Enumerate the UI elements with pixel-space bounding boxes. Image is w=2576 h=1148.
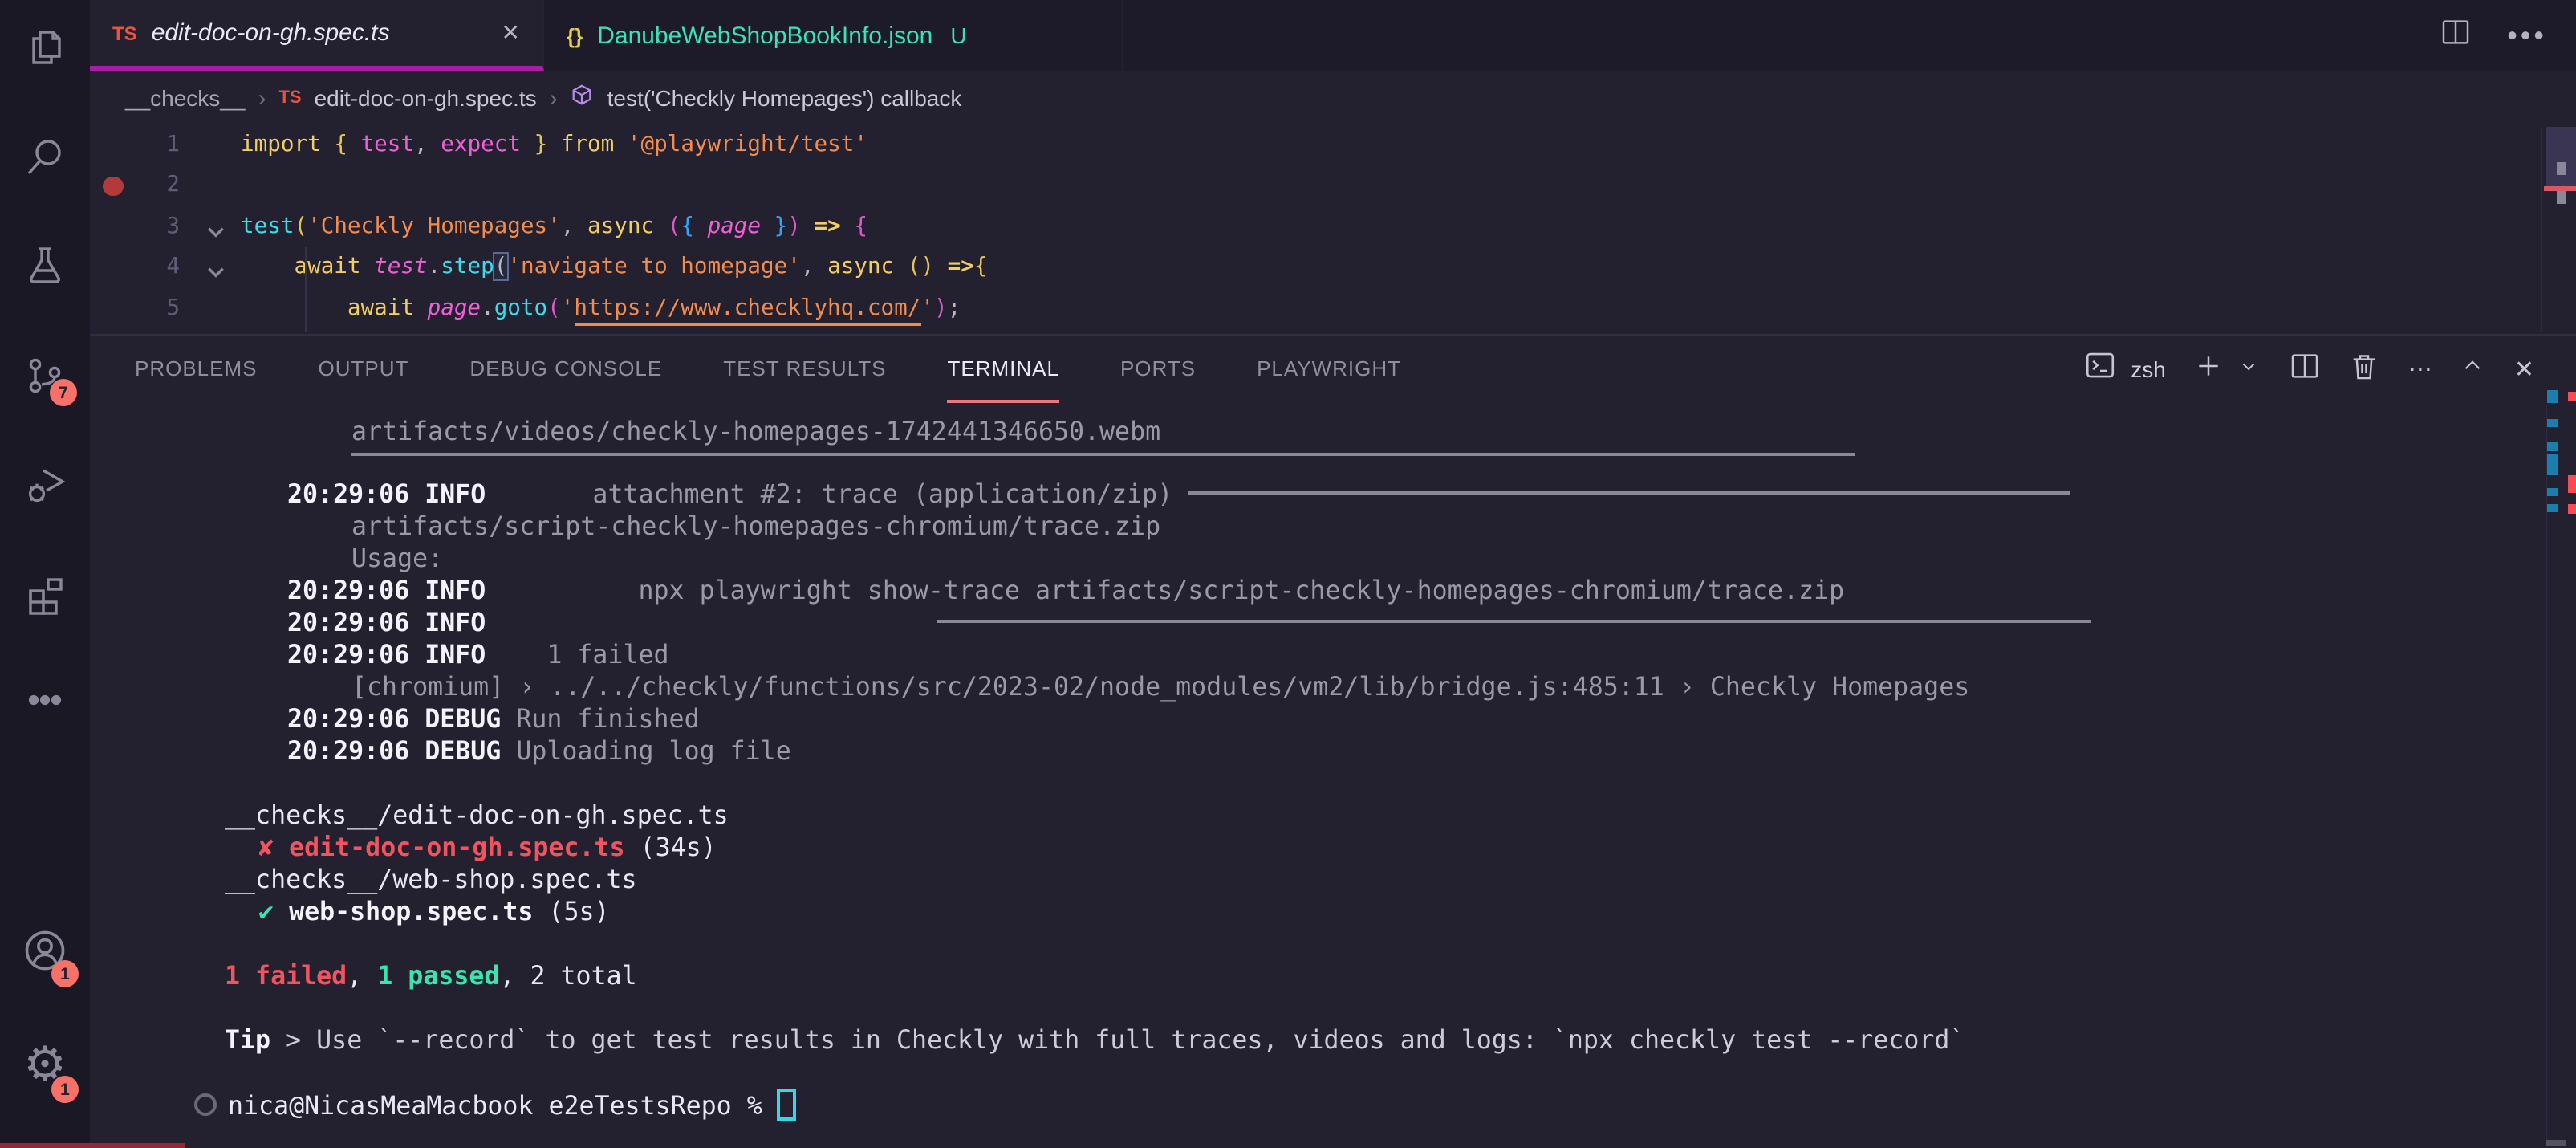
overview-mark-info: [2546, 504, 2558, 512]
scrollbar-track[interactable]: [2546, 405, 2547, 1140]
terminal-cursor: [778, 1089, 797, 1121]
minimap-slider[interactable]: [2546, 127, 2576, 186]
terminal-line: 1 failed, 1 passed, 2 total: [225, 960, 637, 992]
terminal-separator: [1188, 491, 2070, 494]
terminal-line: __checks__/web-shop.spec.ts: [225, 864, 637, 896]
editor-more-actions-icon[interactable]: •••: [2507, 18, 2547, 52]
breadcrumb-folder[interactable]: __checks__: [125, 85, 245, 111]
overview-mark-error: [2568, 475, 2576, 493]
code-editor: __checks__ › TS edit-doc-on-gh.spec.ts ›…: [90, 71, 2576, 334]
terminal-line: 20:29:06 DEBUG Uploading log file: [287, 735, 791, 767]
extensions-icon[interactable]: [0, 549, 90, 639]
close-tab-icon[interactable]: ✕: [502, 19, 520, 47]
terminal-line: artifacts/script-checkly-homepages-chrom…: [351, 511, 1160, 543]
explorer-icon[interactable]: [0, 3, 90, 93]
vscode-window: 7 1 ⚙ 1: [0, 0, 2576, 1148]
code-line[interactable]: 2: [90, 166, 2576, 207]
minimap-code-mark: [2557, 191, 2566, 203]
tab-edit-doc-on-gh-spec[interactable]: TS edit-doc-on-gh.spec.ts ✕: [90, 0, 544, 71]
breakpoint-icon[interactable]: [103, 177, 123, 197]
breadcrumb[interactable]: __checks__ › TS edit-doc-on-gh.spec.ts ›…: [90, 71, 2576, 125]
overview-mark-info: [2546, 419, 2558, 427]
run-debug-icon[interactable]: [0, 440, 90, 530]
minimap-border: [2541, 127, 2542, 332]
code-line[interactable]: 5 await page.goto('https://www.checklyhq…: [90, 288, 2576, 329]
terminal-line: Usage:: [351, 543, 443, 575]
terminal-line: __checks__/edit-doc-on-gh.spec.ts: [225, 800, 729, 832]
terminal-output[interactable]: artifacts/videos/checkly-homepages-17424…: [90, 336, 2576, 1148]
settings-gear-icon[interactable]: ⚙ 1: [0, 1021, 90, 1111]
line-number[interactable]: 3: [90, 207, 180, 248]
overview-mark-info: [2546, 442, 2558, 451]
terminal-line: 20:29:06 DEBUG Run finished: [287, 703, 700, 735]
terminal-line: [chromium] › ../../checkly/functions/src…: [351, 671, 1969, 703]
test-flask-icon[interactable]: [0, 222, 90, 311]
command-decoration-icon: [194, 1093, 217, 1116]
minimap-code-mark: [2557, 162, 2566, 175]
overview-mark-info: [2546, 488, 2558, 496]
breadcrumb-separator-icon: ›: [550, 84, 558, 112]
accounts-icon[interactable]: 1: [0, 906, 90, 995]
terminal-line: ✘ edit-doc-on-gh.spec.ts (34s): [258, 832, 717, 864]
bottom-panel: PROBLEMSOUTPUTDEBUG CONSOLETEST RESULTST…: [90, 334, 2576, 1148]
untracked-badge: U: [950, 22, 966, 48]
terminal-line: nica@NicasMeaMacbook e2eTestsRepo %: [194, 1089, 797, 1121]
overview-mark-error: [2568, 392, 2576, 401]
terminal-line: [351, 440, 1855, 472]
breadcrumb-file[interactable]: edit-doc-on-gh.spec.ts: [315, 85, 537, 111]
terminal-separator: [937, 619, 2090, 622]
tab-label: edit-doc-on-gh.spec.ts: [152, 19, 390, 47]
typescript-file-icon: TS: [112, 22, 137, 44]
status-strip: [0, 1142, 185, 1148]
line-number[interactable]: 4: [90, 247, 180, 288]
search-icon[interactable]: [0, 112, 90, 202]
overview-mark-info: [2546, 390, 2558, 403]
scm-badge: 7: [50, 379, 77, 406]
terminal-line: ✔ web-shop.spec.ts (5s): [258, 896, 610, 928]
tab-label: DanubeWebShopBookInfo.json: [597, 22, 932, 49]
code-line[interactable]: 4 await test.step('navigate to homepage'…: [90, 247, 2576, 288]
source-control-icon[interactable]: 7: [0, 331, 90, 421]
code-line[interactable]: 1import { test, expect } from '@playwrig…: [90, 125, 2576, 166]
terminal-line: 20:29:06 INFO attachment #2: trace (appl…: [287, 478, 2070, 511]
overview-mark-info: [2546, 454, 2558, 467]
breadcrumb-symbol[interactable]: test('Checkly Homepages') callback: [607, 85, 962, 111]
symbol-cube-icon: [571, 83, 595, 112]
terminal-line: Tip > Use `--record` to get test results…: [225, 1024, 1965, 1056]
line-number[interactable]: 1: [90, 125, 180, 166]
typescript-file-icon: TS: [278, 88, 301, 108]
horizontal-scrollbar[interactable]: [2546, 1140, 2566, 1146]
more-views-icon[interactable]: [0, 655, 90, 745]
terminal-line: 20:29:06 INFO npx playwright show-trace …: [287, 575, 1844, 607]
terminal-separator: [351, 452, 1855, 455]
editor-tab-bar: TS edit-doc-on-gh.spec.ts ✕ {} DanubeWeb…: [90, 0, 2576, 71]
breadcrumb-separator-icon: ›: [258, 84, 266, 112]
activity-bar: 7 1 ⚙ 1: [0, 0, 90, 1148]
overview-mark-error: [2568, 504, 2576, 514]
split-editor-icon[interactable]: [2440, 15, 2472, 55]
indent-guide: [305, 247, 307, 332]
overview-mark-info: [2546, 467, 2558, 475]
terminal-line: 20:29:06 INFO 1 failed: [287, 639, 669, 671]
terminal-line: 20:29:06 INFO: [287, 607, 2090, 639]
code-area[interactable]: 1import { test, expect } from '@playwrig…: [90, 125, 2576, 329]
accounts-badge: 1: [51, 960, 79, 987]
settings-badge: 1: [51, 1076, 79, 1103]
tab-danube-webshop-json[interactable]: {} DanubeWebShopBookInfo.json U: [544, 0, 1123, 71]
json-file-icon: {}: [567, 23, 583, 47]
code-line[interactable]: 3test('Checkly Homepages', async ({ page…: [90, 207, 2576, 248]
line-number[interactable]: 5: [90, 288, 180, 329]
minimap-breakpoint-mark: [2544, 186, 2576, 190]
